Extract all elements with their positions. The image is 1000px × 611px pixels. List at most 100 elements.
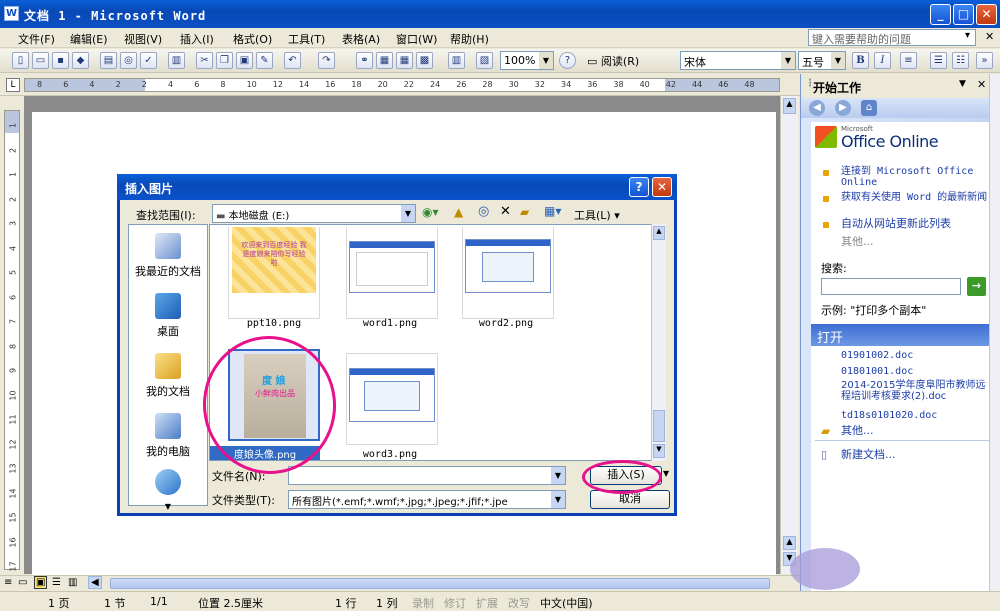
filetype-dropdown-icon[interactable]: ▼ bbox=[551, 491, 565, 508]
font-dropdown-icon[interactable]: ▼ bbox=[781, 52, 795, 69]
minimize-button[interactable]: _ bbox=[930, 4, 951, 25]
back-icon[interactable]: ◀ bbox=[809, 100, 825, 116]
place-mycomputer[interactable]: 我的电脑 bbox=[129, 413, 207, 459]
menu-format[interactable]: 格式(O) bbox=[233, 31, 272, 47]
paste-icon[interactable]: ▣ bbox=[236, 52, 253, 69]
cut-icon[interactable]: ✂ bbox=[196, 52, 213, 69]
prev-page-icon[interactable]: ▲ bbox=[783, 536, 796, 550]
look-in-dropdown-icon[interactable]: ▼ bbox=[401, 205, 415, 222]
pane-menu-icon[interactable]: ▼ bbox=[959, 79, 966, 89]
filename-input[interactable]: ▼ bbox=[288, 466, 566, 485]
dialog-help-button[interactable]: ? bbox=[629, 177, 649, 197]
reading-view-icon[interactable]: ▥ bbox=[68, 577, 77, 588]
outline-view-icon[interactable]: ☰ bbox=[52, 577, 61, 588]
scroll-left-icon[interactable]: ◀ bbox=[88, 576, 102, 589]
filename-dropdown-icon[interactable]: ▼ bbox=[551, 467, 565, 484]
recent-file-4[interactable]: td18s0101020.doc bbox=[841, 410, 937, 421]
back-nav-icon[interactable]: ◉▾ bbox=[422, 205, 439, 219]
menu-insert[interactable]: 插入(I) bbox=[180, 31, 214, 47]
web-view-icon[interactable]: ▭ bbox=[18, 577, 27, 588]
recent-file-3[interactable]: 2014-2015学年度阜阳市教师远程培训考核要求(2).doc bbox=[841, 380, 993, 402]
insert-table-icon[interactable]: ▦ bbox=[396, 52, 413, 69]
place-mydocs[interactable]: 我的文档 bbox=[129, 353, 207, 399]
print-icon[interactable]: ▤ bbox=[100, 52, 117, 69]
font-size-select[interactable]: 五号 ▼ bbox=[798, 51, 846, 70]
file-list-scrollbar[interactable]: ▲ ▼ bbox=[651, 224, 666, 461]
vertical-scrollbar[interactable]: ▲ ▲ ▼ bbox=[780, 96, 798, 574]
print-view-icon[interactable]: ▣ bbox=[34, 576, 48, 589]
link-connect-online[interactable]: 连接到 Microsoft Office Online bbox=[841, 166, 991, 188]
document-map-icon[interactable]: ▧ bbox=[476, 52, 493, 69]
italic-button[interactable]: I bbox=[874, 52, 891, 69]
menu-help[interactable]: 帮助(H) bbox=[450, 31, 489, 47]
forward-icon[interactable]: ▶ bbox=[835, 100, 851, 116]
save-icon[interactable]: ▪ bbox=[52, 52, 69, 69]
file-word2[interactable] bbox=[462, 227, 554, 319]
pane-scrollbar[interactable] bbox=[989, 74, 1000, 591]
help-search-input[interactable]: 键入需要帮助的问题 bbox=[808, 29, 976, 46]
hscroll-thumb[interactable] bbox=[110, 578, 770, 589]
columns-icon[interactable]: ▥ bbox=[448, 52, 465, 69]
read-mode-button[interactable]: ▭ 阅读(R) bbox=[584, 52, 642, 70]
menu-window[interactable]: 窗口(W) bbox=[396, 31, 437, 47]
horizontal-scrollbar[interactable]: ≡ ▭ ▣ ☰ ▥ ◀ bbox=[0, 575, 800, 591]
link-auto-update[interactable]: 自动从网站更新此列表 bbox=[841, 218, 991, 229]
filetype-select[interactable]: 所有图片(*.emf;*.wmf;*.jpg;*.jpeg;*.jfif;*.j… bbox=[288, 490, 566, 509]
bullets-icon[interactable]: ☷ bbox=[952, 52, 969, 69]
new-icon[interactable]: ▯ bbox=[12, 52, 29, 69]
pane-search-input[interactable] bbox=[821, 278, 961, 295]
scroll-up-icon[interactable]: ▲ bbox=[783, 98, 796, 114]
research-icon[interactable]: ▥ bbox=[168, 52, 185, 69]
place-network[interactable]: ▼ bbox=[129, 469, 207, 512]
print-preview-icon[interactable]: ◎ bbox=[120, 52, 137, 69]
zoom-select[interactable]: 100% ▼ bbox=[500, 51, 554, 70]
help-icon[interactable]: ? bbox=[559, 52, 576, 69]
word-app-icon[interactable]: W bbox=[4, 6, 19, 21]
hyperlink-icon[interactable]: ⚭ bbox=[356, 52, 373, 69]
file-ppt10[interactable]: 欢迎来到百度经验 我是度娘来陪你写经验啦 bbox=[228, 227, 320, 319]
status-track[interactable]: 修订 bbox=[444, 595, 466, 611]
open-icon[interactable]: ▭ bbox=[32, 52, 49, 69]
format-painter-icon[interactable]: ✎ bbox=[256, 52, 273, 69]
copy-icon[interactable]: ❐ bbox=[216, 52, 233, 69]
permission-icon[interactable]: ◆ bbox=[72, 52, 89, 69]
look-in-select[interactable]: ▬ 本地磁盘 (E:) ▼ bbox=[212, 204, 416, 223]
normal-view-icon[interactable]: ≡ bbox=[4, 577, 12, 588]
list-scroll-down-icon[interactable]: ▼ bbox=[653, 444, 665, 458]
numbering-icon[interactable]: ☰ bbox=[930, 52, 947, 69]
up-folder-icon[interactable]: ▲ bbox=[454, 205, 463, 219]
recent-file-2[interactable]: 01801001.doc bbox=[841, 366, 913, 377]
toolbar-options-icon[interactable]: » bbox=[976, 52, 993, 69]
insert-excel-icon[interactable]: ▩ bbox=[416, 52, 433, 69]
menu-edit[interactable]: 编辑(E) bbox=[70, 31, 108, 47]
new-document-link[interactable]: 新建文档... bbox=[841, 449, 896, 460]
menu-view[interactable]: 视图(V) bbox=[124, 31, 162, 47]
new-folder-icon[interactable]: ▰ bbox=[520, 205, 529, 219]
views-icon[interactable]: ▦▾ bbox=[544, 204, 561, 218]
menu-file[interactable]: 文件(F) bbox=[18, 31, 55, 47]
file-word3[interactable] bbox=[346, 353, 438, 445]
delete-icon[interactable]: ✕ bbox=[500, 204, 511, 219]
place-desktop[interactable]: 桌面 bbox=[129, 293, 207, 339]
tables-borders-icon[interactable]: ▦ bbox=[376, 52, 393, 69]
align-icon[interactable]: ≡ bbox=[900, 52, 917, 69]
search-go-icon[interactable]: → bbox=[967, 277, 986, 296]
close-button[interactable]: ✕ bbox=[976, 4, 997, 25]
places-scroll-icon[interactable]: ▼ bbox=[165, 502, 171, 511]
link-more[interactable]: 其他... bbox=[841, 236, 874, 247]
menu-table[interactable]: 表格(A) bbox=[342, 31, 380, 47]
maximize-button[interactable]: □ bbox=[953, 4, 974, 25]
recent-file-1[interactable]: 01901002.doc bbox=[841, 350, 913, 361]
undo-icon[interactable]: ↶ bbox=[284, 52, 301, 69]
link-latest-news[interactable]: 获取有关使用 Word 的最新新闻 bbox=[841, 192, 991, 203]
search-web-icon[interactable]: ◎ bbox=[478, 204, 489, 219]
status-overtype[interactable]: 改写 bbox=[508, 595, 530, 611]
redo-icon[interactable]: ↷ bbox=[318, 52, 335, 69]
tools-menu[interactable]: 工具(L) ▾ bbox=[574, 207, 620, 223]
pane-close-icon[interactable]: ✕ bbox=[977, 78, 986, 91]
font-select[interactable]: 宋体 ▼ bbox=[680, 51, 796, 70]
status-extend[interactable]: 扩展 bbox=[476, 595, 498, 611]
spelling-icon[interactable]: ✓ bbox=[140, 52, 157, 69]
menu-tools[interactable]: 工具(T) bbox=[288, 31, 325, 47]
size-dropdown-icon[interactable]: ▼ bbox=[831, 52, 845, 69]
